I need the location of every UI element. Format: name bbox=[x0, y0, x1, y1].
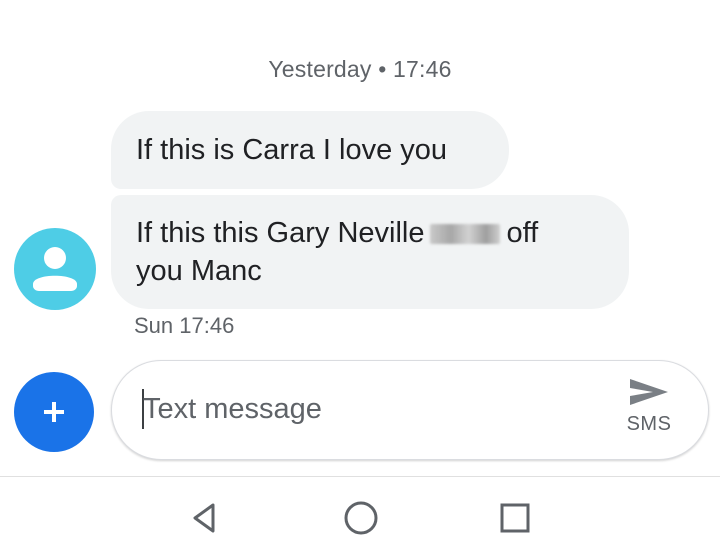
back-button[interactable] bbox=[183, 496, 227, 540]
messages-screen: Yesterday • 17:46 If this is Carra I lov… bbox=[0, 0, 720, 555]
triangle-back-icon bbox=[193, 503, 215, 533]
message-text-part: you Manc bbox=[136, 255, 262, 287]
compose-bar: SMS bbox=[111, 360, 709, 460]
message-timestamp: Sun 17:46 bbox=[134, 313, 235, 338]
person-icon bbox=[33, 247, 77, 291]
send-sms-button[interactable]: SMS bbox=[612, 375, 686, 447]
recents-button[interactable] bbox=[493, 496, 537, 540]
avatar[interactable] bbox=[14, 228, 96, 310]
system-navigation-bar bbox=[0, 478, 720, 555]
send-arrow-icon bbox=[630, 379, 668, 405]
home-button[interactable] bbox=[339, 496, 383, 540]
nav-divider bbox=[0, 476, 720, 477]
message-text: If this is Carra I love you bbox=[136, 134, 448, 166]
add-attachment-button[interactable] bbox=[14, 372, 94, 452]
message-bubble[interactable]: If this this Gary Neville off you Manc bbox=[111, 195, 629, 309]
circle-home-icon bbox=[344, 501, 378, 535]
message-bubble[interactable]: If this is Carra I love you bbox=[111, 111, 509, 189]
send-label: SMS bbox=[626, 413, 672, 435]
plus-icon bbox=[44, 402, 64, 422]
conversation-date-header: Yesterday • 17:46 bbox=[268, 56, 452, 82]
square-recents-icon bbox=[500, 503, 530, 533]
message-text-part: If this this Gary Neville bbox=[136, 217, 425, 249]
message-text-part: off bbox=[506, 217, 539, 249]
message-input[interactable] bbox=[139, 387, 583, 431]
redacted-word-blur bbox=[430, 224, 501, 244]
